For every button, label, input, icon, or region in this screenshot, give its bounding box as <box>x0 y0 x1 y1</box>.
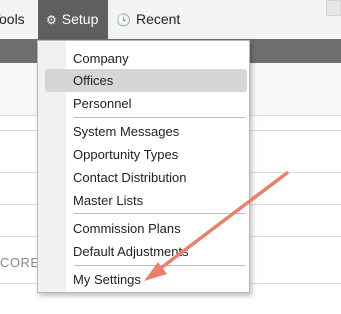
annotation-arrow <box>144 171 289 281</box>
arrow-shaft <box>151 171 289 276</box>
